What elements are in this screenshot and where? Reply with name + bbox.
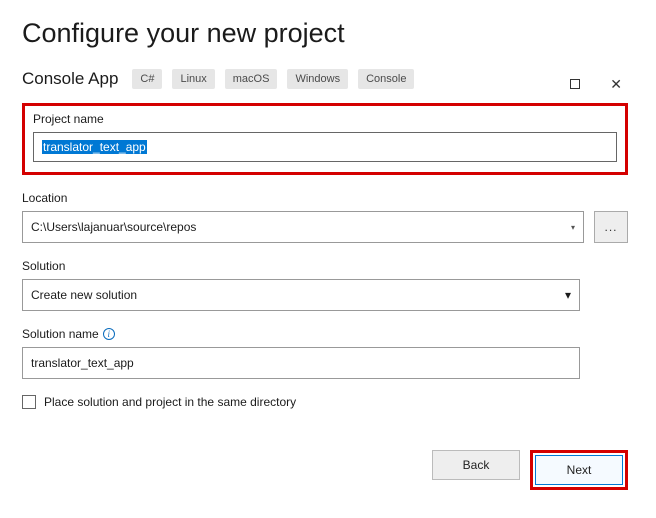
location-label: Location (22, 191, 628, 205)
location-dropdown[interactable]: C:\Users\lajanuar\source\repos ▾ (22, 211, 584, 243)
wizard-buttons: Back Next (432, 450, 628, 490)
tag-macos: macOS (225, 69, 278, 89)
back-button[interactable]: Back (432, 450, 520, 480)
chevron-down-icon: ▾ (571, 223, 575, 232)
same-directory-checkbox[interactable] (22, 395, 36, 409)
tag-console: Console (358, 69, 414, 89)
close-icon[interactable]: ✕ (610, 77, 622, 91)
tag-linux: Linux (172, 69, 214, 89)
browse-button[interactable]: ... (594, 211, 628, 243)
project-name-label: Project name (33, 112, 617, 126)
solution-name-input[interactable]: translator_text_app (22, 347, 580, 379)
info-icon[interactable]: i (103, 328, 115, 340)
project-name-input[interactable]: translator_text_app (33, 132, 617, 162)
location-section: Location C:\Users\lajanuar\source\repos … (22, 191, 628, 243)
page-title: Configure your new project (22, 18, 634, 49)
same-directory-row: Place solution and project in the same d… (22, 395, 634, 409)
project-name-section: Project name translator_text_app (22, 103, 628, 175)
solution-name-label: Solution name i (22, 327, 634, 341)
maximize-icon[interactable] (570, 79, 580, 89)
solution-label: Solution (22, 259, 634, 273)
template-name: Console App (22, 69, 118, 89)
solution-dropdown[interactable]: Create new solution ▾ (22, 279, 580, 311)
tag-windows: Windows (287, 69, 348, 89)
next-button[interactable]: Next (535, 455, 623, 485)
subtitle-row: Console App C# Linux macOS Windows Conso… (22, 69, 634, 89)
next-button-highlight: Next (530, 450, 628, 490)
tag-csharp: C# (132, 69, 162, 89)
solution-section: Solution Create new solution ▾ (22, 259, 634, 311)
location-value: C:\Users\lajanuar\source\repos (31, 220, 196, 234)
solution-value: Create new solution (31, 288, 137, 302)
window-controls: ✕ (570, 77, 622, 91)
solution-name-section: Solution name i translator_text_app (22, 327, 634, 379)
chevron-down-icon: ▾ (565, 288, 571, 302)
same-directory-label: Place solution and project in the same d… (44, 395, 296, 409)
